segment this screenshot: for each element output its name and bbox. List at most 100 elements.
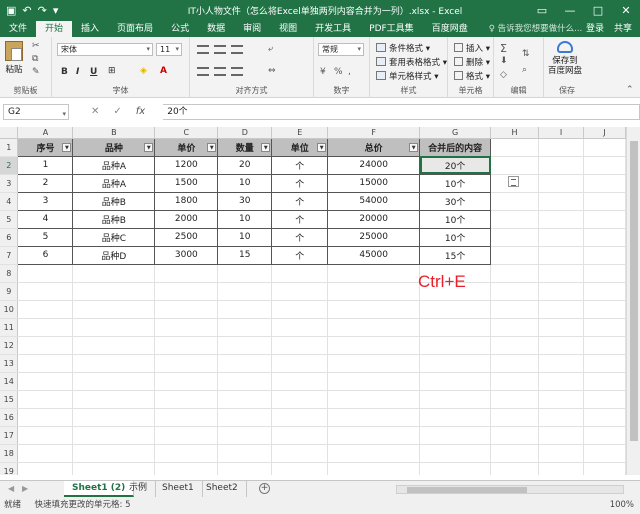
cell[interactable] [154, 408, 219, 427]
filter-dropdown-icon[interactable]: ▼ [207, 142, 217, 152]
cell[interactable] [490, 192, 540, 211]
cell[interactable]: 3000 [154, 245, 219, 265]
cell[interactable] [217, 354, 273, 373]
align-left-icon[interactable] [197, 67, 209, 76]
cell[interactable] [217, 300, 273, 319]
tab-data[interactable]: 数据 [198, 21, 234, 37]
cell[interactable] [538, 156, 584, 175]
cell[interactable] [327, 336, 421, 355]
cell[interactable] [271, 372, 329, 391]
cell[interactable] [327, 282, 421, 301]
cell[interactable] [154, 336, 219, 355]
cell[interactable] [490, 138, 540, 157]
cell[interactable] [17, 282, 74, 301]
cell[interactable] [583, 246, 626, 265]
cell[interactable] [327, 264, 421, 283]
cell[interactable] [72, 372, 156, 391]
tab-pdf-tools[interactable]: PDF工具集 [360, 21, 423, 37]
merge-center-icon[interactable]: ⇔ [268, 66, 276, 76]
cell[interactable]: 2000 [154, 209, 219, 229]
cell[interactable] [154, 354, 219, 373]
horizontal-scrollbar[interactable] [396, 485, 624, 494]
cell[interactable] [271, 426, 329, 445]
cell[interactable] [271, 390, 329, 409]
cell[interactable]: 个 [271, 173, 329, 193]
cell[interactable] [583, 372, 626, 391]
cell[interactable] [271, 264, 329, 283]
column-header[interactable]: H [490, 127, 540, 139]
add-sheet-button[interactable]: + [259, 483, 270, 494]
cell[interactable] [490, 444, 540, 463]
cell[interactable] [217, 336, 273, 355]
cell[interactable] [154, 282, 219, 301]
maximize-icon[interactable]: □ [584, 4, 612, 17]
cell[interactable] [538, 408, 584, 427]
column-header-selected[interactable]: G [419, 127, 492, 139]
cell[interactable] [583, 336, 626, 355]
filter-dropdown-icon[interactable]: ▼ [144, 142, 154, 152]
cell[interactable] [72, 426, 156, 445]
cell[interactable]: 5 [17, 227, 74, 247]
cell[interactable] [538, 426, 584, 445]
comma-style-icon[interactable]: , [348, 67, 351, 77]
column-header[interactable]: E [271, 127, 329, 139]
cell[interactable] [271, 336, 329, 355]
undo-icon[interactable]: ↶ [22, 4, 31, 17]
cell[interactable] [72, 354, 156, 373]
format-painter-icon[interactable]: ✎ [32, 67, 40, 77]
prev-sheet-icon[interactable]: ◀ [8, 484, 14, 493]
cell[interactable] [490, 282, 540, 301]
currency-icon[interactable]: ¥ [320, 67, 326, 77]
bold-button[interactable]: B [61, 67, 68, 77]
cell[interactable] [490, 210, 540, 229]
cell[interactable]: 20 [217, 155, 273, 175]
font-color-icon[interactable]: A [160, 66, 167, 76]
italic-button[interactable]: I [76, 67, 79, 77]
name-box[interactable]: G2 ▾ [3, 103, 69, 120]
cell[interactable] [419, 444, 492, 463]
delete-cells-button[interactable]: 删除 ▾ [454, 56, 490, 68]
cell[interactable]: 10 [217, 209, 273, 229]
cell[interactable] [538, 138, 584, 157]
cell[interactable] [72, 336, 156, 355]
cell-styles-button[interactable]: 单元格样式 ▾ [376, 70, 438, 82]
row-header[interactable]: 4 [0, 192, 19, 211]
cell[interactable]: 10个 [419, 209, 492, 229]
cell[interactable] [419, 318, 492, 337]
cell[interactable] [538, 372, 584, 391]
cell[interactable] [154, 300, 219, 319]
cell[interactable] [72, 318, 156, 337]
cell[interactable] [538, 354, 584, 373]
column-header[interactable]: C [154, 127, 219, 139]
tab-home[interactable]: 开始 [36, 21, 73, 37]
cell[interactable] [17, 426, 74, 445]
sheet-tab[interactable]: Sheet1 [154, 481, 203, 497]
cell[interactable]: 10个 [419, 173, 492, 193]
cell[interactable]: 15个 [419, 245, 492, 265]
row-header[interactable]: 14 [0, 372, 19, 391]
cell[interactable] [72, 408, 156, 427]
filter-dropdown-icon[interactable]: ▼ [317, 142, 327, 152]
cell[interactable] [538, 264, 584, 283]
redo-icon[interactable]: ↷ [38, 4, 47, 17]
tab-baidu-netdisk[interactable]: 百度网盘 [423, 21, 477, 37]
cell[interactable]: 30 [217, 191, 273, 211]
cell[interactable] [217, 372, 273, 391]
zoom-level[interactable]: 100% [610, 497, 634, 514]
cell[interactable] [583, 462, 626, 475]
cell[interactable] [271, 318, 329, 337]
cell[interactable]: 1200 [154, 155, 219, 175]
cell[interactable]: 1 [17, 155, 74, 175]
cell[interactable] [538, 246, 584, 265]
tab-file[interactable]: 文件 [0, 21, 36, 37]
cell[interactable] [217, 318, 273, 337]
cell[interactable] [271, 354, 329, 373]
row-header[interactable]: 19 [0, 462, 19, 475]
cell[interactable] [72, 444, 156, 463]
row-header[interactable]: 10 [0, 300, 19, 319]
row-header[interactable]: 8 [0, 264, 19, 283]
cell[interactable] [154, 372, 219, 391]
cell[interactable] [583, 444, 626, 463]
cell[interactable]: 4 [17, 209, 74, 229]
filter-dropdown-icon[interactable]: ▼ [62, 142, 72, 152]
